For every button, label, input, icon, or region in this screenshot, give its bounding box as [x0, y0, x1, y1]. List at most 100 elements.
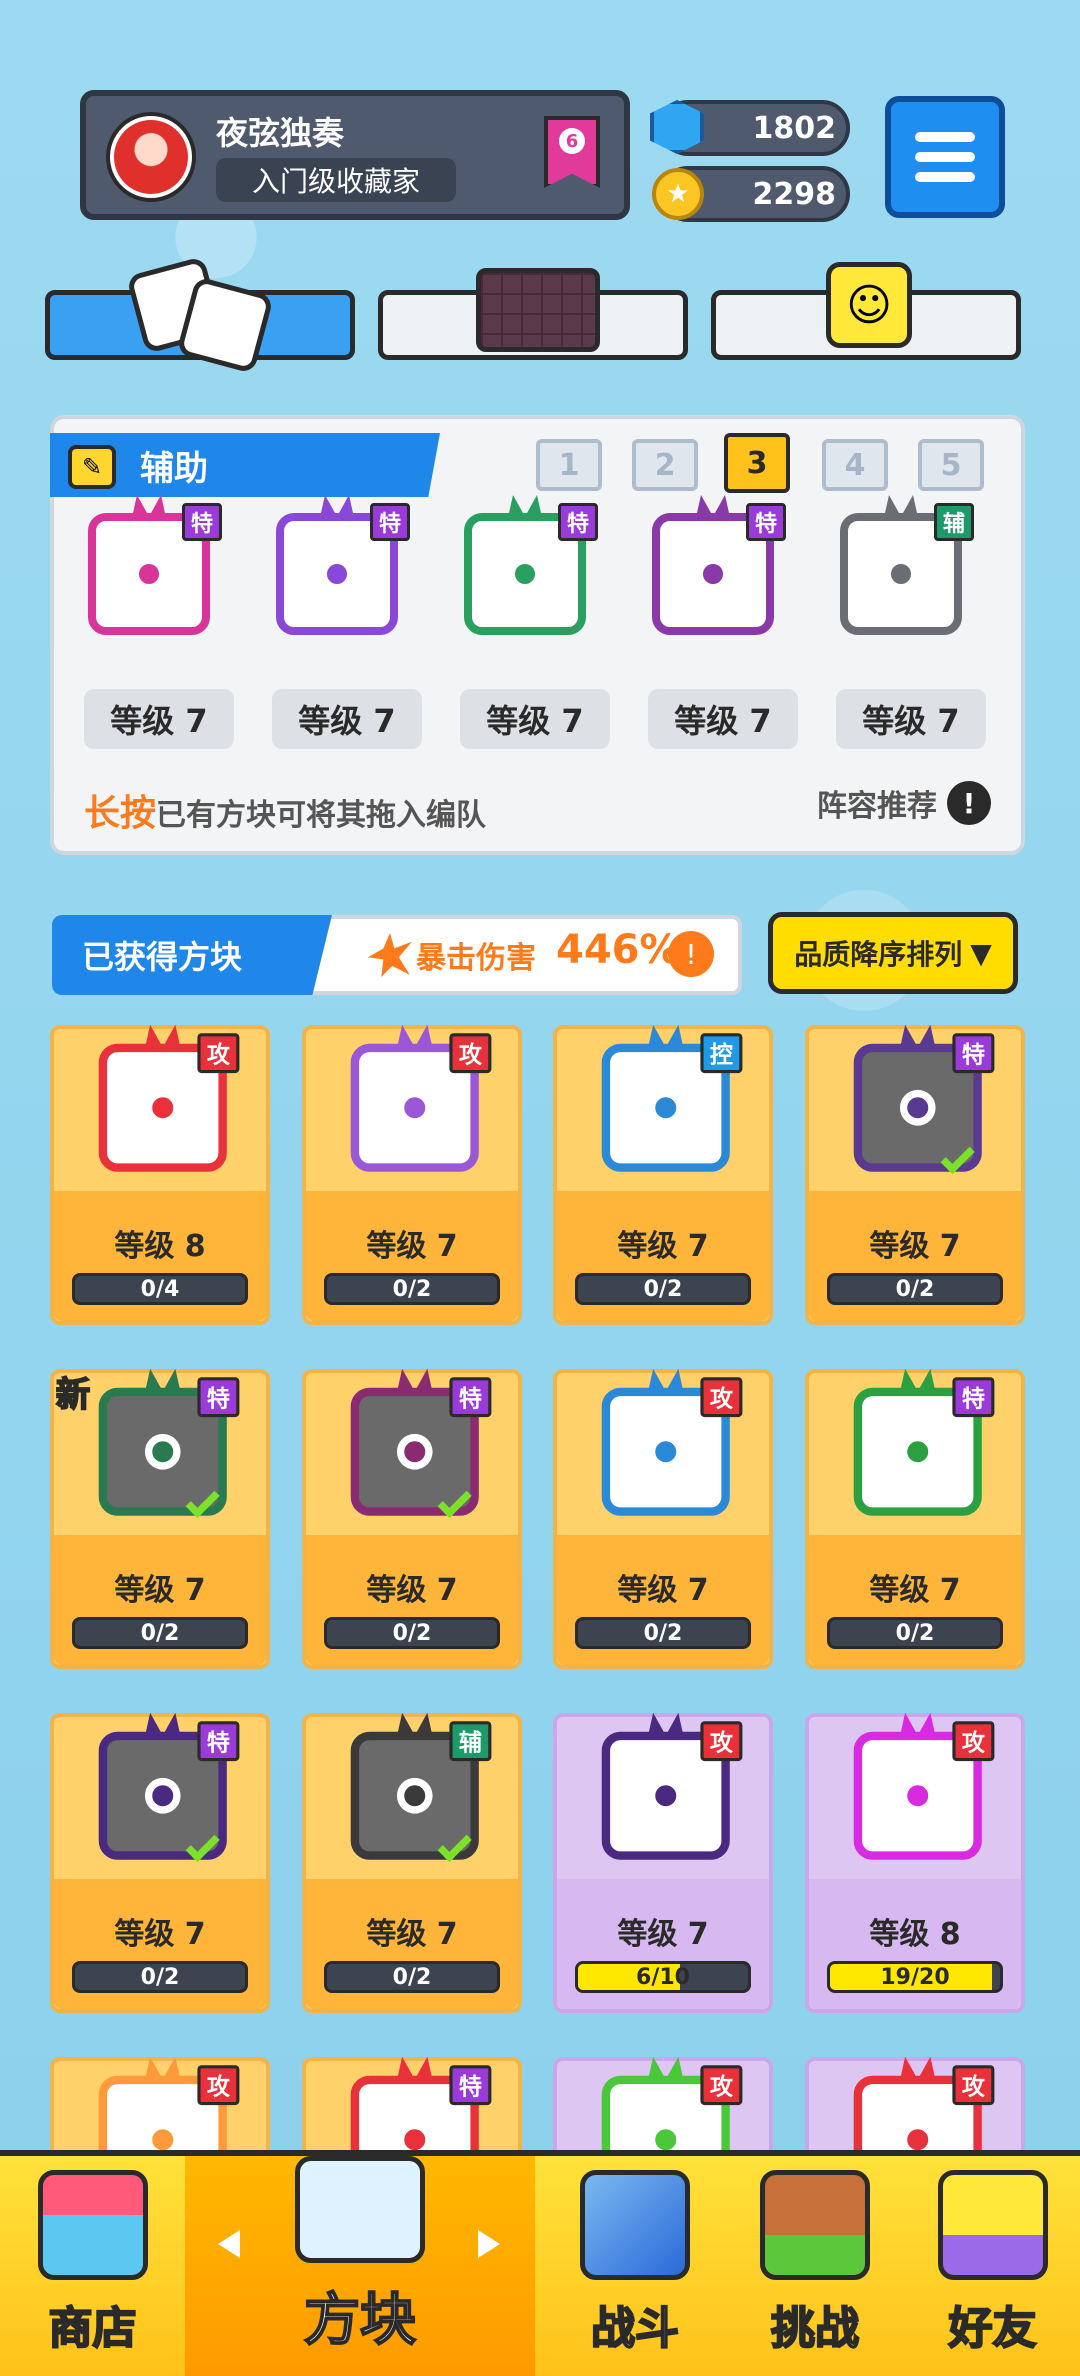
dice-type-tag: 攻 — [700, 2065, 743, 2106]
coin-amount: 2298 — [752, 176, 837, 212]
board-icon — [476, 268, 600, 352]
lineup-dice-level: 等级 7 — [836, 689, 986, 749]
dice-pip — [135, 560, 163, 588]
dice-type-tag: 攻 — [700, 1721, 743, 1762]
dice-icon: 特 — [450, 495, 600, 649]
dice-card[interactable]: 特 新等级 7 0/2 — [50, 1368, 270, 1669]
upgrade-progress-bar: 0/2 — [324, 1961, 500, 1993]
menu-button[interactable] — [885, 96, 1005, 218]
dice-type-tag: 攻 — [952, 2065, 995, 2106]
dice-icon: 辅 — [826, 495, 976, 649]
crit-burst-icon — [368, 933, 412, 977]
dice-card[interactable]: 攻等级 7 0/2 — [302, 1024, 522, 1325]
sort-label: 品质降序排列 — [794, 938, 963, 971]
dice-type-tag: 特 — [746, 503, 786, 541]
upgrade-progress-bar: 0/2 — [827, 1617, 1003, 1649]
nav-shop[interactable]: 商店 — [0, 2156, 185, 2376]
dice-icon: 攻 — [839, 1712, 997, 1875]
dice-type-tag: 攻 — [197, 1033, 240, 1074]
dice-card[interactable]: 特等级 7 0/2 — [805, 1368, 1025, 1669]
crit-info-icon[interactable]: ! — [668, 931, 714, 977]
profile-card[interactable]: 夜弦独奏 入门级收藏家 6 — [80, 90, 630, 220]
lineup-slot-5[interactable]: 5 — [918, 439, 984, 491]
friends-icon — [937, 2170, 1048, 2280]
card-level: 等级 7 — [366, 1573, 458, 1608]
lineup-slot-2[interactable]: 2 — [632, 439, 698, 491]
lineup-slot-1[interactable]: 1 — [536, 439, 602, 491]
dice-card[interactable]: 攻等级 7 0/2 — [553, 1368, 773, 1669]
nav-dice[interactable]: 方块 — [185, 2156, 535, 2376]
dice-icon: 特 — [638, 495, 788, 649]
lineup-dice-level: 等级 7 — [84, 689, 234, 749]
dice-icon: 特 — [839, 1024, 997, 1187]
info-icon: ! — [947, 781, 991, 825]
dice-pip — [903, 1781, 933, 1811]
dice-type-tag: 特 — [182, 503, 222, 541]
dice-card[interactable]: 攻等级 7 6/10 — [553, 1712, 773, 2013]
dice-card[interactable]: 特等级 7 0/2 — [50, 1712, 270, 2013]
menu-line — [915, 172, 975, 182]
shop-icon — [37, 2170, 148, 2280]
card-level: 等级 7 — [366, 1917, 458, 1952]
player-name: 夜弦独奏 — [216, 114, 345, 152]
nav-challenge[interactable]: 挑战 — [725, 2156, 905, 2376]
dice-pip — [400, 1093, 430, 1123]
dice-card[interactable]: 特等级 7 0/2 — [302, 1368, 522, 1669]
avatar — [106, 112, 196, 202]
card-level: 等级 8 — [869, 1917, 961, 1952]
dice-pair-icon — [126, 245, 274, 374]
rank-number: 6 — [559, 128, 585, 154]
coin-icon: ★ — [652, 168, 704, 220]
dice-card[interactable]: 攻等级 8 0/4 — [50, 1024, 270, 1325]
player-title: 入门级收藏家 — [216, 158, 456, 202]
drag-hint: 长按已有方块可将其拖入编队 — [84, 784, 486, 836]
challenge-icon — [760, 2170, 870, 2280]
dice-card[interactable]: 控等级 7 0/2 — [553, 1024, 773, 1325]
lineup-panel: 辅助 ✎ 1 2 3 4 5 特等级 7 特等级 7 特等级 7 特等级 7 辅等级 7… — [50, 415, 1025, 855]
lineup-slot-4[interactable]: 4 — [822, 439, 888, 491]
nav-next-arrow-icon[interactable] — [478, 2230, 500, 2258]
upgrade-progress-bar: 6/10 — [575, 1961, 751, 1993]
progress-text: 0/2 — [140, 1964, 180, 1990]
upgrade-progress-bar: 19/20 — [827, 1961, 1003, 1993]
card-level: 等级 7 — [617, 1229, 709, 1264]
dice-pip — [903, 1093, 933, 1123]
dice-icon: 攻 — [84, 1024, 242, 1187]
hint-emphasis: 长按 — [84, 793, 157, 834]
dice-type-tag: 特 — [449, 1377, 492, 1418]
lineup-dice-level: 等级 7 — [460, 689, 610, 749]
card-level: 等级 7 — [366, 1229, 458, 1264]
dice-pip — [511, 560, 539, 588]
card-level: 等级 7 — [114, 1917, 206, 1952]
lineup-dice-level: 等级 7 — [648, 689, 798, 749]
dice-pip — [400, 1781, 430, 1811]
dice-type-tag: 攻 — [700, 1377, 743, 1418]
nav-prev-arrow-icon[interactable] — [218, 2230, 240, 2258]
progress-text: 6/10 — [636, 1964, 690, 1990]
dice-card[interactable]: 辅等级 7 0/2 — [302, 1712, 522, 2013]
dice-type-tag: 特 — [449, 2065, 492, 2106]
sort-button[interactable]: 品质降序排列 ▼ — [768, 912, 1018, 994]
card-level: 等级 7 — [617, 1573, 709, 1608]
dice-icon: 特 — [336, 1368, 494, 1531]
progress-text: 0/2 — [643, 1620, 683, 1646]
dice-type-tag: 控 — [700, 1033, 743, 1074]
dice-icon: 控 — [587, 1024, 745, 1187]
upgrade-progress-bar: 0/2 — [575, 1273, 751, 1305]
edit-pencil-icon[interactable]: ✎ — [68, 445, 116, 489]
lineup-recommend-button[interactable]: 阵容推荐! — [817, 781, 991, 825]
nav-friends[interactable]: 好友 — [905, 2156, 1080, 2376]
dice-pip — [323, 560, 351, 588]
nav-battle[interactable]: 战斗 — [545, 2156, 725, 2376]
dice-icon: 特 — [262, 495, 412, 649]
progress-text: 0/2 — [392, 1964, 432, 1990]
upgrade-progress-bar: 0/4 — [72, 1273, 248, 1305]
dice-card[interactable]: 特等级 7 0/2 — [805, 1024, 1025, 1325]
collection-header: 已获得方块 暴击伤害 446% ! — [52, 915, 742, 995]
lineup-slot-3[interactable]: 3 — [724, 433, 790, 493]
dice-card[interactable]: 攻等级 8 19/20 — [805, 1712, 1025, 2013]
upgrade-progress-bar: 0/2 — [72, 1961, 248, 1993]
chevron-down-icon: ▼ — [970, 936, 992, 970]
progress-text: 0/2 — [392, 1276, 432, 1302]
dice-type-tag: 辅 — [934, 503, 974, 541]
